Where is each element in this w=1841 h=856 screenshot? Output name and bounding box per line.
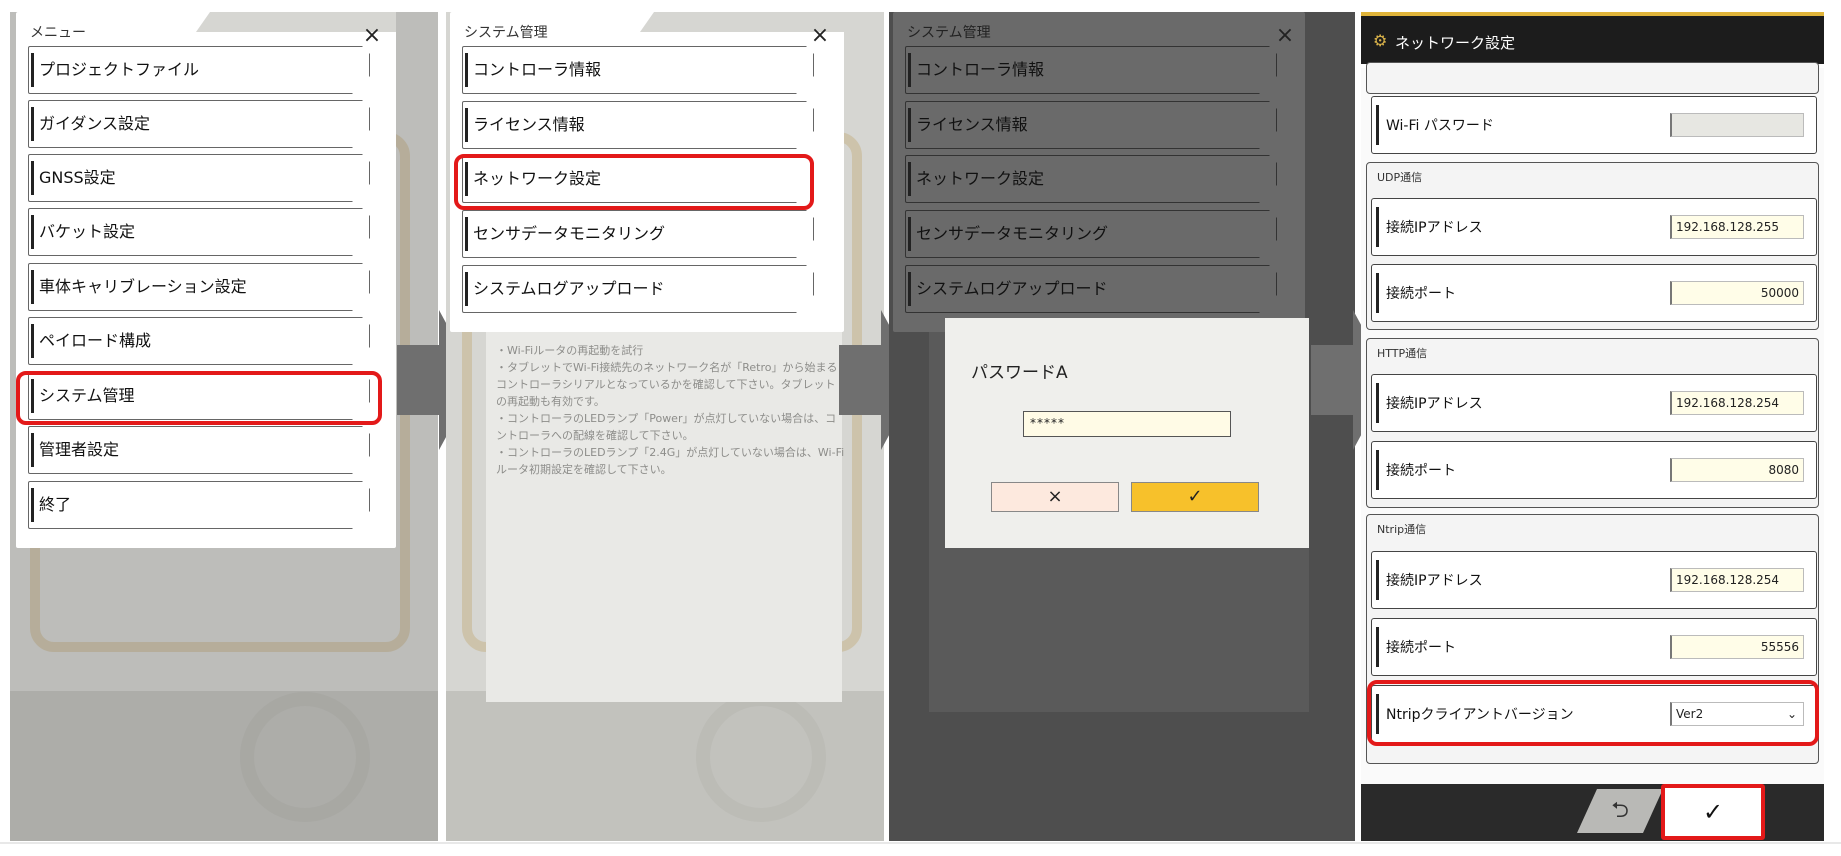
- wifi-password-label: Wi-Fi パスワード: [1386, 118, 1494, 134]
- menu-title: システム管理: [907, 25, 991, 41]
- menu-item-sensor-monitoring[interactable]: センサデータモニタリング: [462, 210, 814, 258]
- menu-item-bucket[interactable]: バケット設定: [28, 208, 370, 256]
- system-admin-menu-dimmed: システム管理 × コントローラ情報 ライセンス情報 ネットワーク設定 センサデー…: [893, 12, 1305, 332]
- dialog-title: パスワードA: [971, 363, 1068, 383]
- close-icon[interactable]: ×: [360, 24, 384, 48]
- menu-item-calibration[interactable]: 車体キャリブレーション設定: [28, 263, 370, 311]
- http-port-row: 接続ポート 8080: [1371, 441, 1817, 499]
- menu-screen: メニュー × プロジェクトファイル ガイダンス設定 GNSS設定 バケット設定 …: [10, 12, 438, 841]
- gear-icon: ⚙: [1373, 31, 1388, 50]
- menu-title: メニュー: [30, 25, 86, 41]
- wifi-password-field[interactable]: [1670, 113, 1804, 137]
- menu-item-license-info: ライセンス情報: [905, 101, 1277, 149]
- password-dialog: パスワードA ***** × ✓: [945, 318, 1309, 548]
- menu-item-exit[interactable]: 終了: [28, 481, 370, 529]
- highlight-system-admin: [16, 371, 382, 425]
- menu-item-sensor-monitoring: センサデータモニタリング: [905, 210, 1277, 258]
- http-port-label: 接続ポート: [1386, 463, 1456, 479]
- password-input[interactable]: *****: [1023, 411, 1231, 437]
- udp-ip-label: 接続IPアドレス: [1386, 220, 1483, 236]
- udp-ip-row: 接続IPアドレス 192.168.128.255: [1371, 198, 1817, 256]
- udp-port-row: 接続ポート 50000: [1371, 264, 1817, 322]
- ntrip-ip-row: 接続IPアドレス 192.168.128.254: [1371, 551, 1817, 609]
- footer-bar: ⮌ ✓: [1361, 784, 1824, 841]
- note-line: ・コントローラのLEDランプ「2.4G」が点灯していない場合は、Wi-Fiルータ…: [496, 446, 845, 476]
- confirm-button[interactable]: ✓: [1661, 784, 1765, 840]
- password-screen: システム管理 × コントローラ情報 ライセンス情報 ネットワーク設定 センサデー…: [889, 12, 1355, 841]
- page-title: ネットワーク設定: [1395, 34, 1516, 52]
- menu-item-controller-info[interactable]: コントローラ情報: [462, 46, 814, 94]
- troubleshoot-notes: ・Wi-Fiルータの再起動を試行 ・タブレットでWi-Fi接続先のネットワーク名…: [496, 342, 846, 478]
- note-line: ・タブレットでWi-Fi接続先のネットワーク名が「Retro」から始まるコントロ…: [496, 361, 838, 408]
- ntrip-port-label: 接続ポート: [1386, 640, 1456, 656]
- ntrip-ip-label: 接続IPアドレス: [1386, 573, 1483, 589]
- main-menu: メニュー × プロジェクトファイル ガイダンス設定 GNSS設定 バケット設定 …: [16, 12, 396, 548]
- section-label-udp: UDP通信: [1377, 171, 1423, 184]
- http-ip-label: 接続IPアドレス: [1386, 396, 1483, 412]
- check-icon: ✓: [1187, 486, 1203, 507]
- section-label-ntrip: Ntrip通信: [1377, 523, 1427, 536]
- menu-title: システム管理: [464, 25, 548, 41]
- network-settings-screen: ⚙ ネットワーク設定 Wi-Fi パスワード UDP通信 接続IPアドレス 19…: [1361, 12, 1824, 841]
- ntrip-port-row: 接続ポート 55556: [1371, 618, 1817, 676]
- menu-item-project-file[interactable]: プロジェクトファイル: [28, 46, 370, 94]
- menu-item-log-upload[interactable]: システムログアップロード: [462, 265, 814, 313]
- highlight-ntrip-version: [1367, 680, 1819, 746]
- highlight-network-settings: [454, 154, 814, 210]
- ntrip-ip-input[interactable]: 192.168.128.254: [1670, 568, 1804, 592]
- menu-item-license-info[interactable]: ライセンス情報: [462, 101, 814, 149]
- udp-port-input[interactable]: 50000: [1670, 281, 1804, 305]
- note-line: ・コントローラのLEDランプ「Power」が点灯していない場合は、コントローラへ…: [496, 412, 837, 442]
- back-arrow-icon: ⮌: [1611, 798, 1629, 823]
- http-ip-row: 接続IPアドレス 192.168.128.254: [1371, 374, 1817, 432]
- udp-ip-input[interactable]: 192.168.128.255: [1670, 215, 1804, 239]
- close-icon: ×: [1047, 486, 1063, 507]
- note-line: ・Wi-Fiルータの再起動を試行: [496, 344, 644, 357]
- menu-item-network-settings: ネットワーク設定: [905, 155, 1277, 203]
- cancel-button[interactable]: ×: [991, 482, 1119, 512]
- udp-port-label: 接続ポート: [1386, 286, 1456, 302]
- back-button[interactable]: ⮌: [1577, 789, 1663, 833]
- menu-item-guidance[interactable]: ガイダンス設定: [28, 100, 370, 148]
- section-label-http: HTTP通信: [1377, 347, 1428, 360]
- header-bar: ⚙ ネットワーク設定: [1361, 12, 1824, 64]
- ntrip-port-input[interactable]: 55556: [1670, 635, 1804, 659]
- system-admin-menu: システム管理 × コントローラ情報 ライセンス情報 ネットワーク設定 センサデー…: [450, 12, 844, 332]
- menu-item-gnss[interactable]: GNSS設定: [28, 154, 370, 202]
- menu-item-controller-info: コントローラ情報: [905, 46, 1277, 94]
- close-icon[interactable]: ×: [1273, 24, 1297, 48]
- settings-list[interactable]: Wi-Fi パスワード UDP通信 接続IPアドレス 192.168.128.2…: [1361, 62, 1824, 784]
- check-icon: ✓: [1702, 798, 1724, 826]
- menu-item-log-upload: システムログアップロード: [905, 265, 1277, 313]
- ok-button[interactable]: ✓: [1131, 482, 1259, 512]
- wifi-password-row: Wi-Fi パスワード: [1371, 96, 1817, 154]
- close-icon[interactable]: ×: [808, 24, 832, 48]
- menu-item-payload[interactable]: ペイロード構成: [28, 317, 370, 365]
- menu-item-admin-settings[interactable]: 管理者設定: [28, 426, 370, 474]
- system-admin-screen: ・Wi-Fiルータの再起動を試行 ・タブレットでWi-Fi接続先のネットワーク名…: [446, 12, 884, 841]
- http-ip-input[interactable]: 192.168.128.254: [1670, 391, 1804, 415]
- gauge-graphic: [696, 692, 826, 822]
- http-port-input[interactable]: 8080: [1670, 458, 1804, 482]
